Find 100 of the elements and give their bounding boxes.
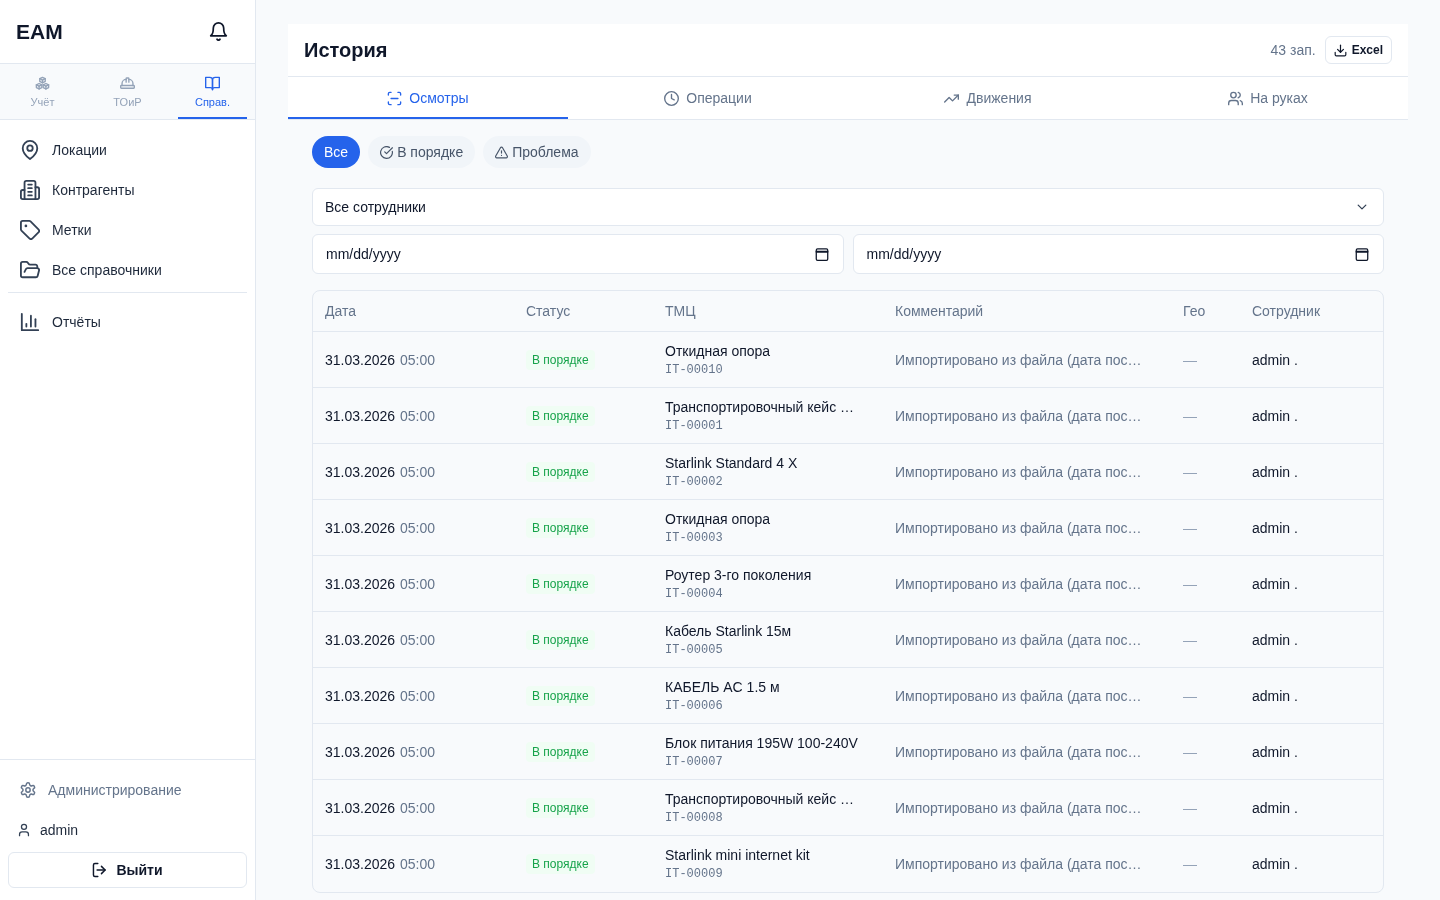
column-header: ТМЦ: [653, 291, 883, 332]
date-text: 31.03.2026: [325, 463, 396, 480]
status-badge: В порядке: [526, 461, 595, 482]
nav-item[interactable]: Все справочники: [8, 250, 247, 290]
status-badge: В порядке: [526, 629, 595, 650]
date-text: 31.03.2026: [325, 743, 396, 760]
table-cell: admin .: [1240, 611, 1383, 668]
table-cell: —: [1171, 499, 1240, 556]
status-badge: В порядке: [526, 573, 595, 594]
table-cell: admin .: [1240, 443, 1383, 500]
page-title: История: [304, 38, 389, 62]
date-text: 31.03.2026: [325, 519, 396, 536]
table-cell: admin .: [1240, 499, 1383, 556]
logout-button[interactable]: Выйти: [8, 852, 247, 888]
time-text: 05:00: [399, 799, 435, 816]
date-text: 31.03.2026: [325, 631, 396, 648]
item-name: Starlink mini internet kit: [665, 846, 810, 865]
history-tab[interactable]: На руках: [1128, 77, 1408, 119]
item-name: КАБЕЛЬ AC 1.5 м: [665, 678, 780, 696]
nav-item[interactable]: Контрагенты: [8, 170, 247, 210]
table-cell: admin .: [1240, 331, 1383, 388]
table-cell: —: [1171, 331, 1240, 388]
status-badge: В порядке: [526, 741, 595, 762]
table-cell: —: [1171, 723, 1240, 780]
download-icon: [1333, 43, 1347, 57]
table-cell: Импортировано из файла (дата пос…: [883, 331, 1171, 388]
filter-chip[interactable]: Все: [312, 136, 361, 168]
item-name: Starlink Standard 4 X: [665, 454, 798, 472]
item-code: IT-00009: [665, 867, 723, 882]
table-cell: —: [1171, 667, 1240, 724]
warning-icon: [495, 145, 509, 159]
table-cell: Импортировано из файла (дата пос…: [883, 835, 1171, 892]
item-name: Откидная опора: [665, 510, 771, 528]
time-text: 05:00: [399, 407, 435, 424]
history-tab[interactable]: Движения: [848, 77, 1128, 119]
time-text: 05:00: [399, 463, 435, 480]
status-badge: В порядке: [526, 349, 595, 370]
logout-icon: [92, 862, 109, 878]
nav-item[interactable]: Локации: [8, 130, 247, 170]
item-code: IT-00008: [665, 811, 723, 825]
table-cell: admin .: [1240, 723, 1383, 780]
table-cell: admin .: [1240, 835, 1383, 892]
section-tab[interactable]: Справ.: [170, 64, 255, 119]
map-pin-icon: [20, 140, 40, 160]
time-text: 05:00: [399, 687, 435, 704]
bar-chart-icon: [20, 312, 40, 332]
column-header: Сотрудник: [1240, 291, 1383, 332]
employee-select[interactable]: Все сотрудники: [312, 188, 1384, 226]
calendar-icon[interactable]: [814, 247, 829, 261]
column-header: Статус: [514, 291, 653, 332]
record-count: 43 зап.: [1270, 42, 1316, 58]
date-text: 31.03.2026: [325, 855, 396, 872]
nav-item[interactable]: Метки: [8, 210, 247, 250]
date-text: 31.03.2026: [325, 351, 396, 368]
date-text: 31.03.2026: [325, 407, 396, 424]
date-field[interactable]: mm/dd/yyyy: [312, 234, 844, 274]
time-text: 05:00: [399, 631, 435, 648]
column-header: Гео: [1171, 291, 1240, 332]
time-text: 05:00: [399, 743, 435, 760]
item-name: Роутер 3-го поколения: [665, 566, 812, 584]
table-cell: Импортировано из файла (дата пос…: [883, 611, 1171, 668]
date-field[interactable]: mm/dd/yyyy: [852, 234, 1384, 274]
history-tab[interactable]: Осмотры: [288, 77, 568, 119]
table-cell: —: [1171, 779, 1240, 836]
column-header: Дата: [313, 291, 514, 332]
table-cell: admin .: [1240, 387, 1383, 444]
admin-link[interactable]: Администрирование: [8, 770, 247, 810]
history-tab[interactable]: Операции: [568, 77, 848, 119]
nav-item[interactable]: Отчёты: [8, 302, 247, 342]
table-cell: —: [1171, 387, 1240, 444]
item-code: IT-00010: [665, 363, 723, 377]
table-cell: Импортировано из файла (дата пос…: [883, 499, 1171, 556]
table-cell: —: [1171, 555, 1240, 612]
scan-icon: [387, 90, 403, 106]
users-icon: [1228, 90, 1244, 106]
export-button[interactable]: Excel: [1324, 36, 1392, 64]
item-name: Кабель Starlink 15м: [665, 622, 792, 640]
status-badge: В порядке: [526, 797, 595, 818]
clock-icon: [664, 90, 680, 106]
status-badge: В порядке: [526, 405, 595, 426]
item-name: Откидная опора: [665, 342, 771, 360]
item-code: IT-00006: [665, 699, 723, 713]
date-text: 31.03.2026: [325, 575, 396, 592]
status-badge: В порядке: [526, 685, 595, 706]
check-circle-icon: [380, 145, 394, 159]
settings-icon: [20, 782, 36, 798]
user-name: admin: [40, 822, 79, 838]
table-cell: admin .: [1240, 555, 1383, 612]
bell-icon[interactable]: [209, 22, 228, 41]
status-badge: В порядке: [526, 853, 595, 874]
cubes-icon: [35, 75, 50, 91]
item-name: Транспортировочный кейс …: [665, 790, 855, 808]
item-code: IT-00002: [665, 475, 723, 489]
filter-chip[interactable]: Проблема: [483, 136, 591, 168]
calendar-icon[interactable]: [1355, 247, 1369, 261]
table-cell: Импортировано из файла (дата пос…: [883, 555, 1171, 612]
table-cell: Импортировано из файла (дата пос…: [883, 723, 1171, 780]
filter-chip[interactable]: В порядке: [368, 136, 476, 168]
date-text: 31.03.2026: [325, 799, 396, 816]
item-code: IT-00004: [665, 587, 723, 601]
